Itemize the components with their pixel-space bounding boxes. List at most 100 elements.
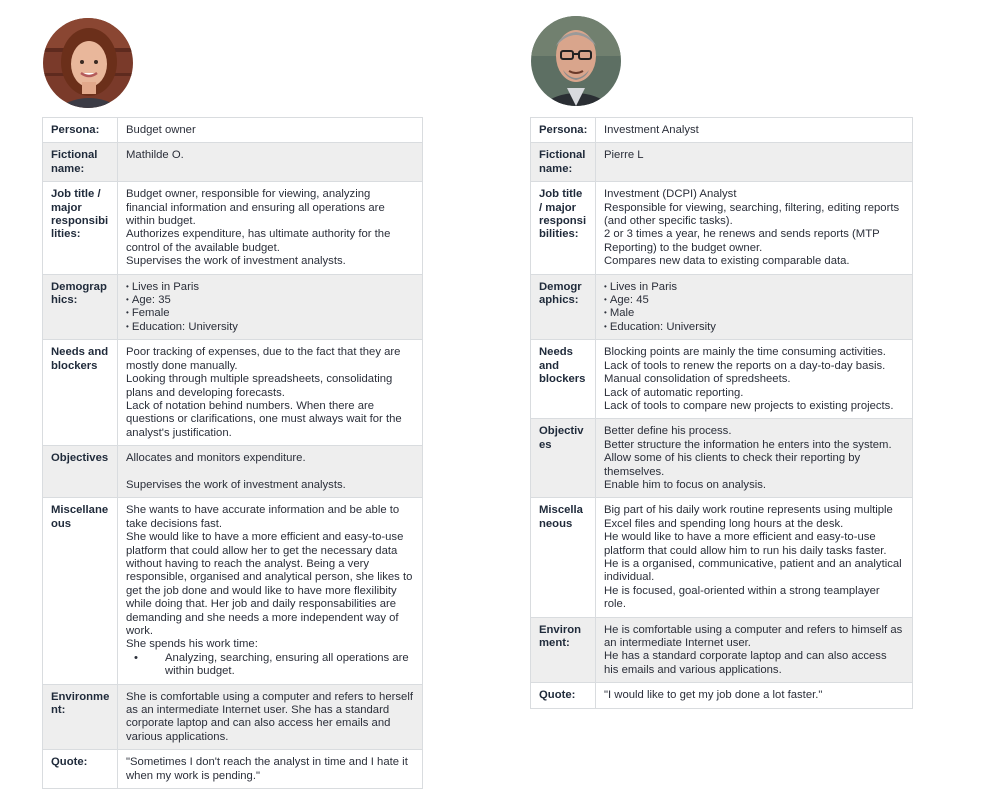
list-item: Lives in Paris bbox=[126, 281, 414, 294]
row-fictional-name: Fictional name: Mathilde O. bbox=[42, 142, 423, 183]
value-line: Authorizes expenditure, has ultimate aut… bbox=[126, 228, 394, 254]
label-needs-blockers: Needs and blockers bbox=[42, 339, 118, 447]
value-job-title: Budget owner, responsible for viewing, a… bbox=[117, 181, 423, 275]
row-miscellaneous: Miscella neous Big part of his daily wor… bbox=[530, 497, 913, 618]
label-job-title: Job title / major responsibi lities: bbox=[42, 181, 118, 275]
value-persona: Budget owner bbox=[117, 116, 423, 144]
row-job-title: Job title / major responsibi lities: Bud… bbox=[42, 181, 423, 275]
value-line: Lack of tools to renew the reports on a … bbox=[604, 359, 886, 372]
value-line: Lack of notation behind numbers. When th… bbox=[126, 399, 405, 439]
persona-table-investment-analyst: Persona: Investment Analyst Fictional na… bbox=[530, 116, 913, 709]
value-line: "Sometimes I don't reach the analyst in … bbox=[126, 756, 411, 782]
value-job-title: Investment (DCPI) Analyst Responsible fo… bbox=[595, 181, 913, 275]
label-fictional-name: Fictional name: bbox=[530, 142, 596, 183]
list-item: Analyzing, searching, ensuring all opera… bbox=[134, 652, 414, 679]
value-line: Budget owner bbox=[126, 124, 196, 136]
value-line: Lack of tools to compare new projects to… bbox=[604, 399, 894, 412]
row-needs-blockers: Needs and blockers Poor tracking of expe… bbox=[42, 339, 423, 447]
label-fictional-name: Fictional name: bbox=[42, 142, 118, 183]
value-line: Investment (DCPI) Analyst bbox=[604, 188, 737, 201]
row-objectives: Objectives Allocates and monitors expend… bbox=[42, 445, 423, 499]
avatar-pierre bbox=[531, 16, 621, 106]
list-item: Education: University bbox=[126, 321, 414, 334]
value-line: He would like to have a more efficient a… bbox=[604, 531, 887, 557]
value-persona: Investment Analyst bbox=[595, 116, 913, 144]
value-line: He is a organised, communicative, patien… bbox=[604, 557, 905, 584]
value-line: Investment Analyst bbox=[604, 124, 699, 136]
label-persona: Persona: bbox=[42, 116, 118, 144]
row-demographics: Demograp hics: Lives in Paris Age: 35 Fe… bbox=[42, 273, 423, 341]
value-needs-blockers: Poor tracking of expenses, due to the fa… bbox=[117, 339, 423, 447]
list-item: Female bbox=[126, 307, 414, 320]
value-objectives: Allocates and monitors expenditure. Supe… bbox=[117, 445, 423, 499]
value-objectives: Better define his process. Better struct… bbox=[595, 418, 913, 499]
avatar-mathilde bbox=[43, 18, 133, 108]
value-line: Budget owner, responsible for viewing, a… bbox=[126, 188, 388, 228]
value-line: Mathilde O. bbox=[126, 149, 184, 162]
value-line: Blocking points are mainly the time cons… bbox=[604, 346, 886, 359]
row-miscellaneous: Miscellane ous She wants to have accurat… bbox=[42, 497, 423, 685]
label-needs-blockers: Needs and blockers bbox=[530, 339, 596, 420]
value-line: She spends his work time: bbox=[126, 638, 258, 651]
value-line: Compares new data to existing comparable… bbox=[604, 255, 850, 268]
value-line: She is comfortable using a computer and … bbox=[126, 690, 417, 743]
value-needs-blockers: Blocking points are mainly the time cons… bbox=[595, 339, 913, 420]
value-line: Manual consolidation of spredsheets. bbox=[604, 373, 791, 386]
value-environment: He is comfortable using a computer and r… bbox=[595, 616, 913, 684]
value-line: Looking through multiple spreadsheets, c… bbox=[126, 373, 396, 399]
value-miscellaneous: Big part of his daily work routine repre… bbox=[595, 497, 913, 618]
value-line: Poor tracking of expenses, due to the fa… bbox=[126, 346, 404, 372]
label-objectives: Objectiv es bbox=[530, 418, 596, 499]
row-objectives: Objectiv es Better define his process. B… bbox=[530, 418, 913, 499]
value-fictional-name: Mathilde O. bbox=[117, 142, 423, 183]
value-line: Responsible for viewing, searching, filt… bbox=[604, 201, 903, 228]
value-line: She wants to have accurate information a… bbox=[126, 504, 403, 530]
value-line: Better define his process. bbox=[604, 425, 732, 438]
value-line: Supervises the work of investment analys… bbox=[126, 478, 346, 491]
portrait-man bbox=[531, 16, 621, 106]
list-item: Male bbox=[604, 307, 904, 320]
label-persona: Persona: bbox=[530, 116, 596, 144]
value-line: Enable him to focus on analysis. bbox=[604, 478, 767, 491]
row-environment: Environ ment: He is comfortable using a … bbox=[530, 616, 913, 684]
value-miscellaneous: She wants to have accurate information a… bbox=[117, 497, 423, 685]
value-line: Supervises the work of investment analys… bbox=[126, 255, 346, 268]
label-quote: Quote: bbox=[42, 749, 118, 790]
work-time-list: Analyzing, searching, ensuring all opera… bbox=[126, 652, 414, 679]
label-miscellaneous: Miscellane ous bbox=[42, 497, 118, 685]
value-line: Big part of his daily work routine repre… bbox=[604, 504, 896, 530]
value-line: Lack of automatic reporting. bbox=[604, 386, 744, 399]
row-persona: Persona: Budget owner bbox=[42, 116, 423, 144]
value-line: He has a standard corporate laptop and c… bbox=[604, 650, 890, 676]
value-environment: She is comfortable using a computer and … bbox=[117, 683, 423, 751]
demographics-list: Lives in Paris Age: 35 Female Education:… bbox=[126, 281, 414, 335]
value-demographics: Lives in Paris Age: 45 Male Education: U… bbox=[595, 273, 913, 341]
label-demographics: Demograp hics: bbox=[42, 273, 118, 341]
list-item: Age: 35 bbox=[126, 294, 414, 307]
value-line: He is focused, goal-oriented within a st… bbox=[604, 584, 883, 611]
value-fictional-name: Pierre L bbox=[595, 142, 913, 183]
value-quote: "I would like to get my job done a lot f… bbox=[595, 682, 913, 709]
value-line: She would like to have a more efficient … bbox=[126, 531, 416, 637]
row-quote: Quote: "Sometimes I don't reach the anal… bbox=[42, 749, 423, 790]
value-line: Allocates and monitors expenditure. bbox=[126, 452, 306, 465]
list-item: Age: 45 bbox=[604, 294, 904, 307]
demographics-list: Lives in Paris Age: 45 Male Education: U… bbox=[604, 281, 904, 335]
value-line: Allow some of his clients to check their… bbox=[604, 452, 864, 478]
list-item: Education: University bbox=[604, 321, 904, 334]
persona-table-budget-owner: Persona: Budget owner Fictional name: Ma… bbox=[42, 116, 423, 790]
value-line: "I would like to get my job done a lot f… bbox=[604, 689, 823, 702]
value-demographics: Lives in Paris Age: 35 Female Education:… bbox=[117, 273, 423, 341]
list-item: Lives in Paris bbox=[604, 281, 904, 294]
value-quote: "Sometimes I don't reach the analyst in … bbox=[117, 749, 423, 790]
value-line: Better structure the information he ente… bbox=[604, 438, 892, 451]
label-quote: Quote: bbox=[530, 682, 596, 709]
row-persona: Persona: Investment Analyst bbox=[530, 116, 913, 144]
row-environment: Environme nt: She is comfortable using a… bbox=[42, 683, 423, 751]
row-quote: Quote: "I would like to get my job done … bbox=[530, 682, 913, 709]
label-environment: Environ ment: bbox=[530, 616, 596, 684]
label-objectives: Objectives bbox=[42, 445, 118, 499]
row-fictional-name: Fictional name: Pierre L bbox=[530, 142, 913, 183]
row-demographics: Demogr aphics: Lives in Paris Age: 45 Ma… bbox=[530, 273, 913, 341]
